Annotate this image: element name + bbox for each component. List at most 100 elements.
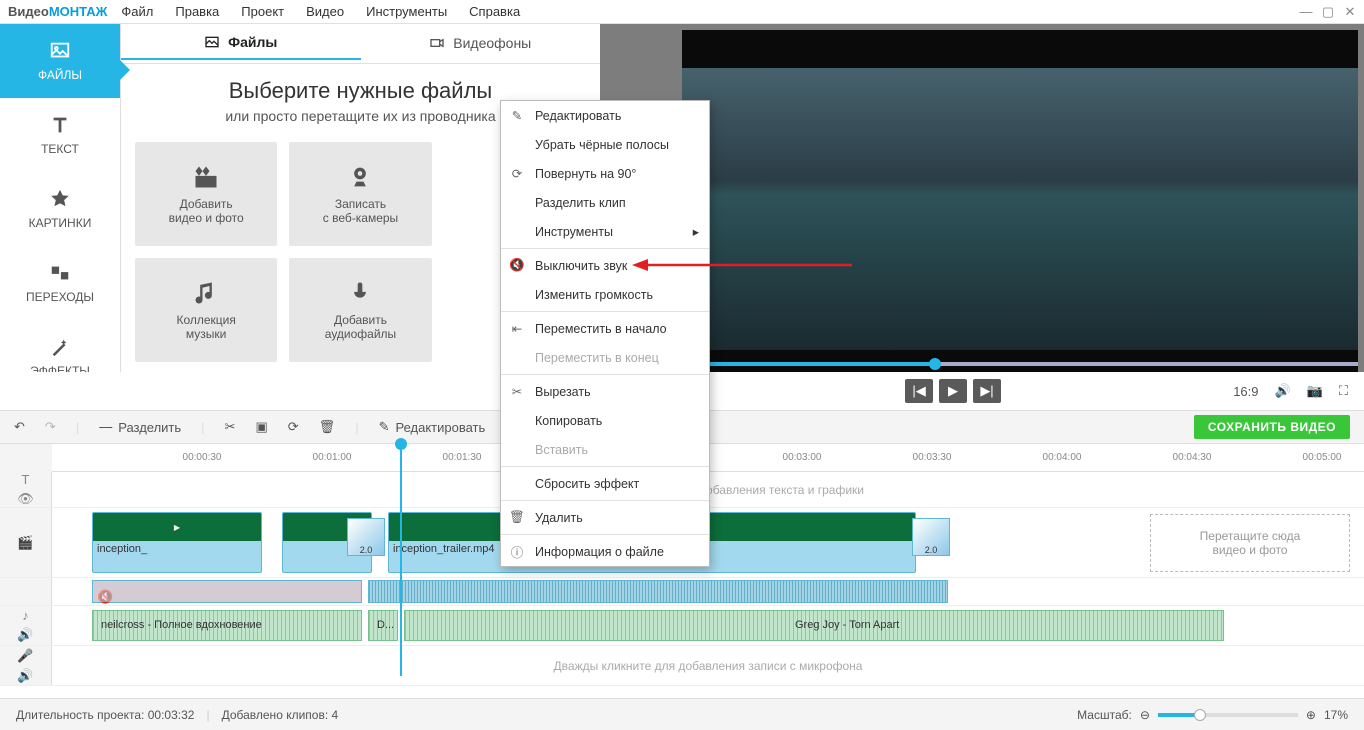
audio-clip-1b[interactable]: D... [368, 610, 398, 641]
clip-audio-1[interactable]: 🔇 [92, 580, 362, 603]
drop-video-hint[interactable]: Перетащите сюдавидео и фото [1150, 514, 1350, 572]
ctx-move-start[interactable]: ⇤Переместить в начало [501, 314, 709, 343]
preview-scrubber[interactable] [604, 362, 1358, 366]
clapper-icon [192, 163, 220, 191]
menu-edit[interactable]: Правка [175, 4, 219, 19]
maximize-button[interactable]: ▢ [1322, 6, 1334, 18]
music-track-icon: ♪ [22, 608, 29, 623]
transition-clip-2[interactable]: 2.0 [912, 518, 950, 556]
tile-add-media[interactable]: Добавитьвидео и фото [135, 142, 277, 246]
aspect-ratio-label[interactable]: 16:9 [1233, 384, 1258, 399]
menu-help[interactable]: Справка [469, 4, 520, 19]
snapshot-icon[interactable]: 📷 [1307, 383, 1323, 399]
ctx-delete[interactable]: 🗑Удалить [501, 503, 709, 532]
zoom-out-button[interactable]: ⊖ [1140, 708, 1150, 722]
rotate-icon: ⟳ [509, 166, 525, 182]
camera-icon [429, 35, 445, 51]
trash-icon: 🗑 [509, 510, 525, 526]
star-icon [49, 188, 71, 210]
split-button[interactable]: ⎯⎯ Разделить [99, 419, 181, 435]
tile-add-audio[interactable]: Добавитьаудиофайлы [289, 258, 431, 362]
ctx-paste: Вставить [501, 435, 709, 464]
ctx-info[interactable]: ⓘИнформация о файле [501, 537, 709, 566]
tab-files-label: Файлы [228, 34, 277, 50]
ctx-split[interactable]: Разделить клип [501, 188, 709, 217]
ctx-reset-effect[interactable]: Сбросить эффект [501, 469, 709, 498]
crop-button[interactable]: ▣ [255, 419, 267, 435]
audio-clip-1[interactable]: neilcross - Полное вдохновение [92, 610, 362, 641]
ctx-rotate[interactable]: ⟳Повернуть на 90° [501, 159, 709, 188]
undo-button[interactable]: ↶ [14, 419, 25, 435]
sidebar-pictures[interactable]: КАРТИНКИ [0, 172, 120, 246]
rotate-button[interactable]: ⟳ [288, 419, 299, 435]
speaker-icon[interactable]: 🔊 [17, 668, 33, 684]
delete-button[interactable]: 🗑 [319, 419, 336, 435]
redo-button[interactable]: ↷ [45, 419, 56, 435]
menu-project[interactable]: Проект [241, 4, 284, 19]
video-clip-1[interactable]: ▶inception_ [92, 512, 262, 573]
zoom-value: 17% [1324, 708, 1348, 722]
menu-tools[interactable]: Инструменты [366, 4, 447, 19]
transitions-icon [49, 262, 71, 284]
music-track: ♪ 🔊 neilcross - Полное вдохновение D... G… [0, 606, 1364, 646]
mic-track-body[interactable]: Дважды кликните для добавления записи с … [52, 646, 1364, 685]
move-start-icon: ⇤ [509, 321, 525, 337]
ctx-volume[interactable]: Изменить громкость [501, 280, 709, 309]
clips-value: 4 [332, 708, 339, 722]
image-icon [204, 34, 220, 50]
ctx-crop-bars[interactable]: Убрать чёрные полосы [501, 130, 709, 159]
menu-bar: ВидеоМОНТАЖ Файл Правка Проект Видео Инс… [0, 0, 1364, 24]
clip-audio-body[interactable]: 🔇 [52, 578, 1364, 605]
sidebar-text[interactable]: ТЕКСТ [0, 98, 120, 172]
zoom-slider[interactable] [1158, 713, 1298, 717]
speaker-icon[interactable]: 🔊 [17, 627, 33, 643]
ctx-mute[interactable]: 🔇Выключить звук [501, 251, 709, 280]
sidebar-transitions-label: ПЕРЕХОДЫ [26, 290, 94, 304]
music-track-body[interactable]: neilcross - Полное вдохновение D... Greg… [52, 606, 1364, 645]
audio-clip-2[interactable]: Greg Joy - Torn Apart [404, 610, 1224, 641]
edit-button[interactable]: ✎ Редактировать [379, 419, 486, 435]
fullscreen-icon[interactable]: ⛶ [1339, 383, 1348, 399]
save-video-button[interactable]: СОХРАНИТЬ ВИДЕО [1194, 415, 1350, 439]
cut-button[interactable]: ✂ [225, 419, 236, 435]
tile-music-collection[interactable]: Коллекциямузыки [135, 258, 277, 362]
duration-value: 00:03:32 [148, 708, 195, 722]
next-button[interactable]: ▶| [973, 379, 1001, 403]
zoom-in-button[interactable]: ⊕ [1306, 708, 1316, 722]
minimize-button[interactable]: — [1300, 6, 1312, 18]
ctx-instruments[interactable]: Инструменты▸ [501, 217, 709, 246]
tab-backgrounds[interactable]: Видеофоны [361, 35, 601, 59]
info-icon: ⓘ [509, 544, 525, 560]
webcam-icon [346, 163, 374, 191]
menu-video[interactable]: Видео [306, 4, 344, 19]
clip-audio-2[interactable] [368, 580, 948, 603]
ctx-cut[interactable]: ✂Вырезать [501, 377, 709, 406]
ctx-copy[interactable]: Копировать [501, 406, 709, 435]
ctx-edit[interactable]: ✎Редактировать [501, 101, 709, 130]
menu-file[interactable]: Файл [121, 4, 153, 19]
play-button[interactable]: ▶ [939, 379, 967, 403]
preview-video[interactable] [682, 30, 1358, 388]
playhead[interactable] [400, 444, 402, 676]
close-button[interactable]: ✕ [1344, 6, 1356, 18]
volume-icon[interactable]: 🔊 [1275, 383, 1291, 399]
sidebar-transitions[interactable]: ПЕРЕХОДЫ [0, 246, 120, 320]
sidebar-pictures-label: КАРТИНКИ [29, 216, 92, 230]
ctx-move-end: Переместить в конец [501, 343, 709, 372]
scissors-icon: ✂ [509, 384, 525, 400]
tab-files[interactable]: Файлы [121, 34, 361, 60]
left-sidebar: ФАЙЛЫ ТЕКСТ КАРТИНКИ ПЕРЕХОДЫ ЭФФЕКТЫ [0, 24, 121, 402]
sidebar-files-label: ФАЙЛЫ [38, 68, 82, 82]
transition-clip-1[interactable]: 2.0 [347, 518, 385, 556]
music-notes-icon [192, 279, 220, 307]
clip-audio-track: 🔇 [0, 578, 1364, 606]
mute-icon: 🔇 [509, 258, 525, 274]
prev-button[interactable]: |◀ [905, 379, 933, 403]
duration-label: Длительность проекта: [16, 708, 144, 722]
status-bar: Длительность проекта: 00:03:32 | Добавле… [0, 698, 1364, 730]
eye-icon[interactable]: 👁 [17, 491, 34, 507]
sidebar-files[interactable]: ФАЙЛЫ [0, 24, 120, 98]
mic-track-icon: 🎤 [17, 648, 33, 664]
tile-record-webcam[interactable]: Записатьс веб-камеры [289, 142, 431, 246]
app-logo: ВидеоМОНТАЖ [8, 4, 107, 19]
